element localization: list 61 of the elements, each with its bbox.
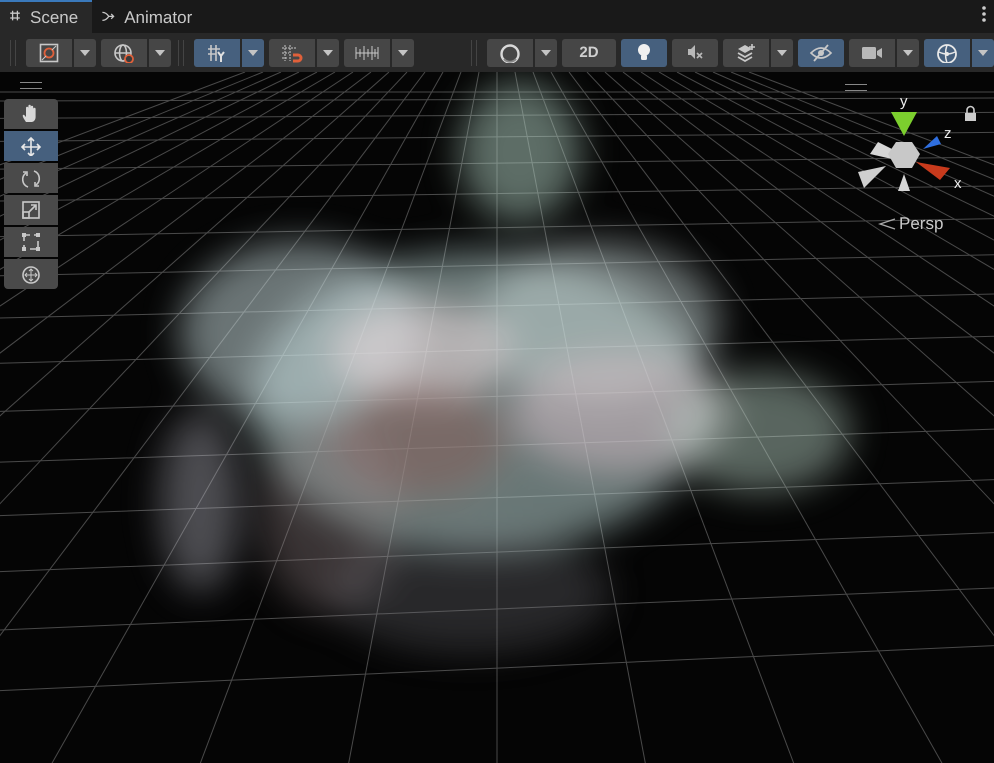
axis-label: x [954, 175, 962, 192]
grid-axis-button[interactable] [194, 38, 264, 66]
caret-icon [903, 50, 913, 56]
drag-handle[interactable] [471, 40, 477, 66]
y-axis-cone[interactable] [891, 112, 917, 136]
padlock-icon[interactable] [965, 106, 976, 121]
rotate-arrows-icon [20, 168, 42, 188]
gizmo-sphere-button[interactable] [924, 38, 994, 66]
axis-cone[interactable] [898, 174, 910, 191]
more-options-icon[interactable] [982, 6, 986, 22]
rotate-arrows-tool-button[interactable] [4, 163, 58, 193]
circle-square-icon [39, 42, 59, 62]
drag-handle[interactable] [178, 40, 184, 66]
caret-icon [155, 50, 165, 56]
tab[interactable]: Scene [0, 0, 92, 33]
caret-icon [398, 50, 408, 56]
move-arrows-icon [20, 136, 42, 156]
light-bulb-icon [636, 42, 652, 62]
circle-square-button[interactable] [26, 38, 96, 66]
camera-button[interactable] [849, 38, 919, 66]
scale-tool-button[interactable] [4, 195, 58, 225]
toggle-button[interactable]: 2D [562, 38, 616, 66]
tab[interactable]: Animator [92, 2, 206, 33]
globe-button[interactable] [101, 38, 171, 66]
axis-label: y [900, 93, 908, 110]
gizmo-cube[interactable] [888, 142, 920, 168]
z-axis-cone[interactable] [923, 136, 941, 149]
transform-icon [20, 264, 42, 284]
caret-icon [248, 50, 258, 56]
crossed-eye-icon [809, 42, 833, 62]
grid-axis-icon [207, 42, 227, 62]
caret-icon [323, 50, 333, 56]
rect-tool-tool-button[interactable] [4, 227, 58, 257]
ruler-button[interactable] [344, 38, 414, 66]
scale-icon [21, 200, 41, 220]
x-axis-cone[interactable] [916, 162, 950, 180]
drag-handle[interactable] [845, 84, 867, 91]
projection-label[interactable]: Persp [899, 214, 944, 234]
caret-icon [541, 50, 551, 56]
caret-icon [777, 50, 787, 56]
globe-icon [113, 42, 135, 62]
sphere-button[interactable] [487, 38, 557, 66]
layers-icon [736, 42, 756, 62]
light-bulb-button[interactable] [621, 38, 667, 66]
grid-magnet-icon [281, 42, 303, 62]
layers-button[interactable] [723, 38, 793, 66]
caret-icon [978, 50, 988, 56]
crossed-eye-button[interactable] [798, 38, 844, 66]
rect-tool-icon [21, 232, 41, 252]
muted-speaker-button[interactable] [672, 38, 718, 66]
axis-cone[interactable] [858, 166, 886, 188]
hand-tool-button[interactable] [4, 99, 58, 129]
drag-handle[interactable] [20, 82, 42, 89]
chevron-left-icon [878, 218, 896, 230]
move-arrows-tool-button[interactable] [4, 131, 58, 161]
drag-handle[interactable] [10, 40, 16, 66]
axis-label: z [944, 125, 952, 142]
transform-tool-button[interactable] [4, 259, 58, 289]
grid-magnet-button[interactable] [269, 38, 339, 66]
caret-icon [80, 50, 90, 56]
gizmo-sphere-icon [936, 42, 958, 62]
